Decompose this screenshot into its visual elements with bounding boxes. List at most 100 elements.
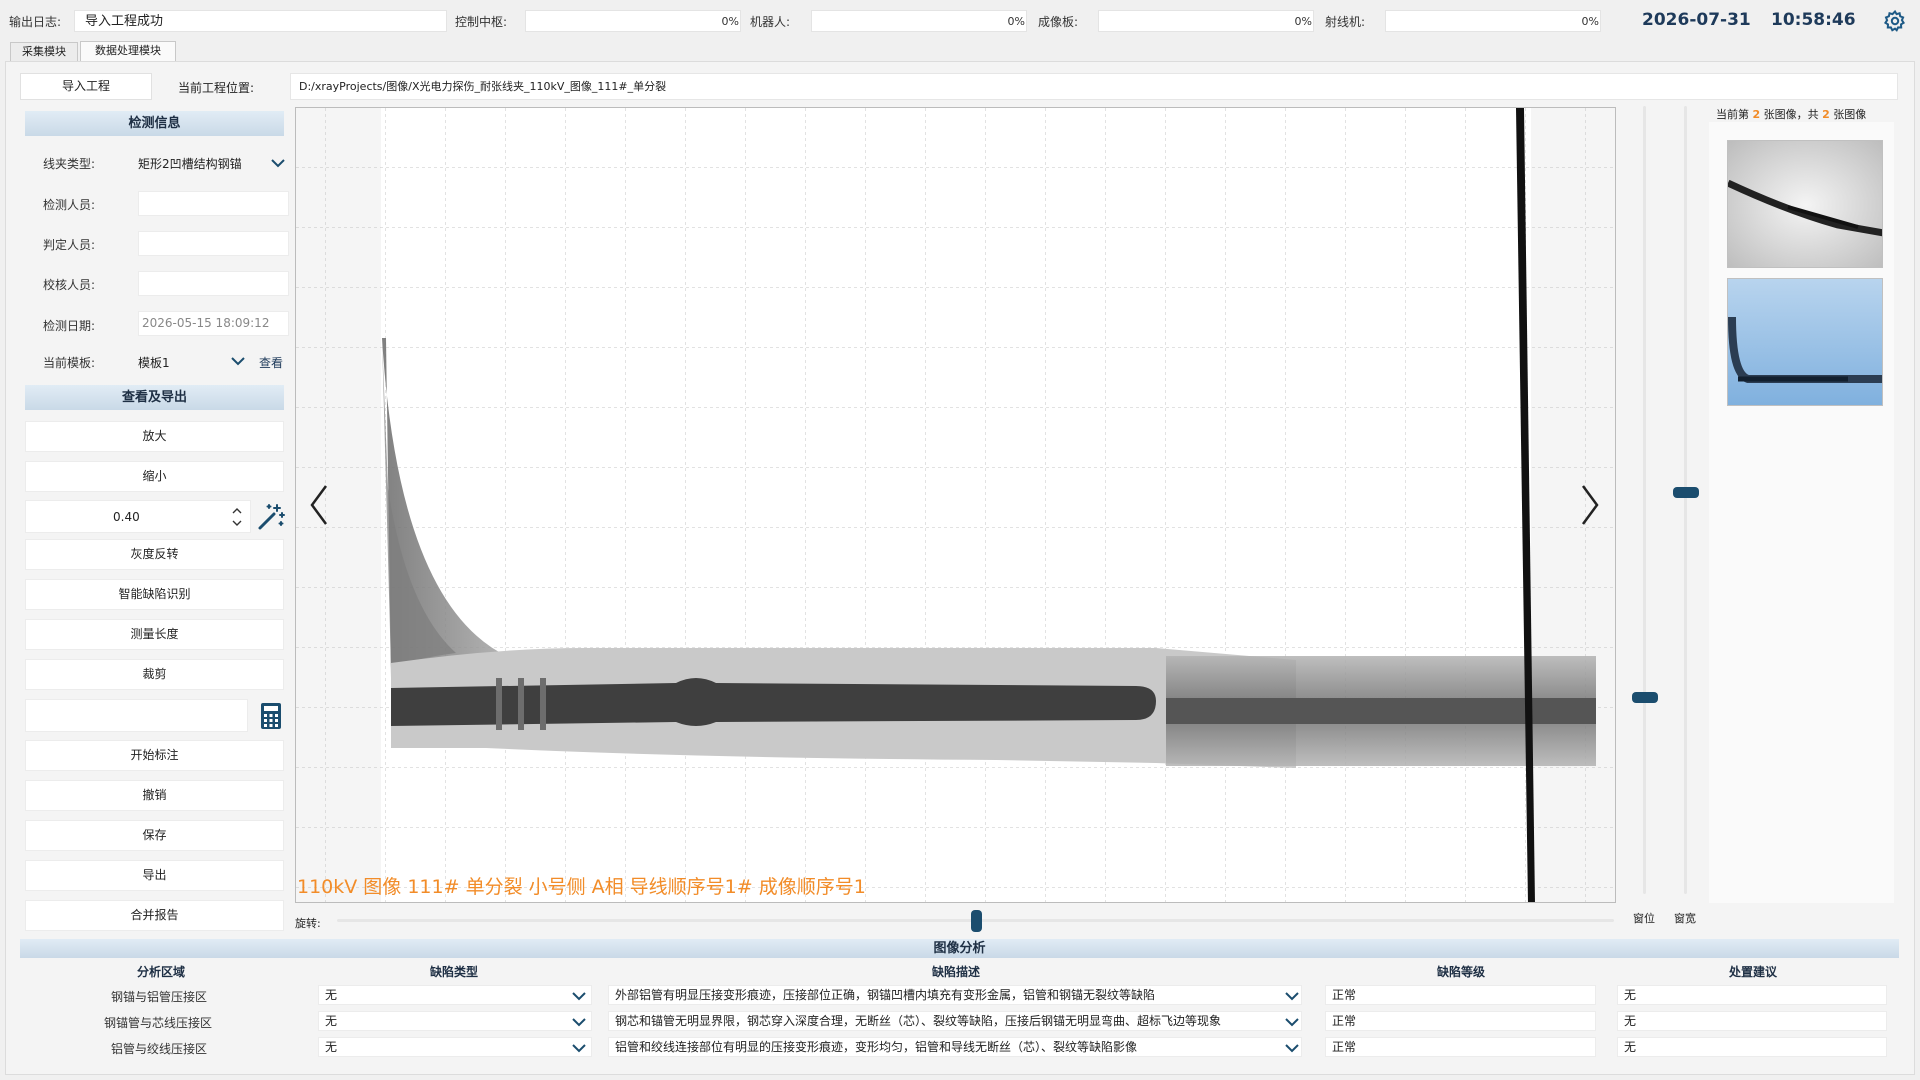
view-export-header: 查看及导出 [25, 385, 284, 410]
defect-type-select[interactable]: 无 [318, 1011, 592, 1031]
template-label: 当前模板: [43, 356, 96, 370]
counter-total: 2 [1822, 108, 1830, 121]
template-select[interactable]: 模板1 [138, 350, 250, 372]
import-project-button[interactable]: 导入工程 [20, 73, 152, 100]
control-pct: 0% [721, 15, 739, 28]
rotate-slider-handle[interactable] [970, 910, 982, 932]
tab-data-processing[interactable]: 数据处理模块 [80, 41, 176, 62]
counter-prefix: 当前第 [1716, 108, 1749, 121]
smart-defect-button[interactable]: 智能缺陷识别 [25, 579, 284, 610]
chevron-down-icon [231, 357, 245, 366]
start-annotation-button[interactable]: 开始标注 [25, 740, 284, 771]
defect-desc-value: 钢芯和锚管无明显界限，钢芯穿入深度合理，无断丝（芯）、裂纹等缺陷，压接后钢锚无明… [615, 1014, 1222, 1028]
thumbnail-2[interactable] [1727, 278, 1883, 406]
counter-current: 2 [1752, 108, 1761, 121]
region-cell: 钢锚管与芯线压接区 [104, 1016, 213, 1030]
defect-desc-select[interactable]: 外部铝管有明显压接变形痕迹，压接部位正确，钢锚凹槽内填充有变形金属，铝管和钢锚无… [608, 985, 1302, 1005]
inspector-input[interactable] [138, 191, 289, 216]
calculator-icon[interactable] [260, 702, 282, 730]
template-value: 模板1 [138, 356, 170, 370]
measure-length-button[interactable]: 测量长度 [25, 619, 284, 650]
window-width-slider[interactable] [1684, 106, 1687, 894]
zoom-out-button[interactable]: 缩小 [25, 461, 284, 492]
counter-mid: 张图像，共 [1763, 108, 1819, 121]
reviewer-label: 校核人员: [43, 278, 96, 292]
save-button[interactable]: 保存 [25, 820, 284, 851]
defect-level-field[interactable]: 正常 [1325, 985, 1596, 1005]
log-label: 输出日志: [9, 15, 62, 29]
judge-input[interactable] [138, 231, 289, 256]
defect-desc-value: 外部铝管有明显压接变形痕迹，压接部位正确，钢锚凹槽内填充有变形金属，铝管和钢锚无… [615, 988, 1156, 1002]
defect-type-value: 无 [325, 1014, 338, 1028]
current-time: 10:58:46 [1771, 10, 1856, 30]
chevron-down-icon [1285, 992, 1299, 1001]
undo-button[interactable]: 撤销 [25, 780, 284, 811]
analysis-header: 图像分析 [20, 939, 1899, 958]
thumbnail-image [1728, 141, 1882, 267]
project-path-field: D:/xrayProjects/图像/X光电力探伤_耐张线夹_110kV_图像_… [290, 73, 1898, 100]
zoom-in-button[interactable]: 放大 [25, 421, 284, 452]
gray-invert-button[interactable]: 灰度反转 [25, 539, 284, 570]
next-image-icon[interactable] [1579, 483, 1601, 527]
chevron-down-icon [572, 1018, 586, 1027]
imager-label: 成像板: [1038, 15, 1079, 29]
advice-field[interactable]: 无 [1617, 1011, 1887, 1031]
xray-pct: 0% [1581, 15, 1599, 28]
xray-image-viewer[interactable] [295, 107, 1616, 903]
chevron-down-icon [271, 159, 285, 168]
advice-field[interactable]: 无 [1617, 1037, 1887, 1057]
window-level-label: 窗位 [1633, 912, 1655, 925]
window-level-handle[interactable] [1632, 692, 1658, 703]
chevron-down-icon [572, 1044, 586, 1053]
thumbnail-image [1728, 279, 1882, 405]
col-defect-desc: 缺陷描述 [932, 965, 981, 979]
gear-icon[interactable] [1883, 9, 1907, 33]
zoom-value: 0.40 [113, 510, 140, 524]
tab-acquisition[interactable]: 采集模块 [10, 42, 78, 62]
log-output: 导入工程成功 [74, 10, 447, 32]
counter-suffix: 张图像 [1833, 108, 1867, 121]
project-location-label: 当前工程位置: [178, 81, 255, 95]
prev-image-icon[interactable] [308, 483, 330, 527]
thumbnail-list [1709, 122, 1894, 903]
defect-desc-select[interactable]: 铝管和绞线连接部位有明显的压接变形痕迹，变形均匀，铝管和导线无断丝（芯）、裂纹等… [608, 1037, 1302, 1057]
imager-pct: 0% [1294, 15, 1312, 28]
defect-desc-value: 铝管和绞线连接部位有明显的压接变形痕迹，变形均匀，铝管和导线无断丝（芯）、裂纹等… [615, 1040, 1138, 1054]
thumbnail-1[interactable] [1727, 140, 1883, 268]
spin-arrows-icon[interactable] [231, 504, 243, 530]
defect-type-value: 无 [325, 988, 338, 1002]
detect-date-label: 检测日期: [43, 319, 96, 333]
defect-type-select[interactable]: 无 [318, 985, 592, 1005]
chevron-down-icon [1285, 1018, 1299, 1027]
inspector-label: 检测人员: [43, 198, 96, 212]
magic-wand-icon[interactable] [256, 502, 286, 532]
col-advice: 处置建议 [1729, 965, 1778, 979]
defect-level-field[interactable]: 正常 [1325, 1011, 1596, 1031]
detect-info-header: 检测信息 [25, 111, 284, 136]
calc-input[interactable] [25, 699, 248, 732]
clamp-type-value: 矩形2凹槽结构钢锚 [138, 157, 242, 171]
zoom-spinbox[interactable]: 0.40 [25, 500, 251, 533]
col-defect-level: 缺陷等级 [1437, 965, 1486, 979]
merge-report-button[interactable]: 合并报告 [25, 900, 284, 931]
defect-desc-select[interactable]: 钢芯和锚管无明显界限，钢芯穿入深度合理，无断丝（芯）、裂纹等缺陷，压接后钢锚无明… [608, 1011, 1302, 1031]
robot-pct: 0% [1007, 15, 1025, 28]
col-defect-type: 缺陷类型 [430, 965, 479, 979]
region-cell: 铝管与绞线压接区 [111, 1042, 208, 1056]
export-button[interactable]: 导出 [25, 860, 284, 891]
detect-date-field[interactable]: 2026-05-15 18:09:12 [138, 311, 289, 336]
view-template-link[interactable]: 查看 [259, 354, 283, 371]
image-counter: 当前第 2 张图像，共 2 张图像 [1716, 106, 1866, 122]
defect-level-field[interactable]: 正常 [1325, 1037, 1596, 1057]
rotate-label: 旋转: [295, 917, 321, 930]
defect-type-select[interactable]: 无 [318, 1037, 592, 1057]
chevron-down-icon [572, 992, 586, 1001]
clamp-type-select[interactable]: 矩形2凹槽结构钢锚 [138, 150, 289, 176]
region-cell: 钢锚与铝管压接区 [111, 990, 208, 1004]
advice-field[interactable]: 无 [1617, 985, 1887, 1005]
window-width-handle[interactable] [1673, 487, 1699, 499]
xray-image [296, 108, 1615, 902]
crop-button[interactable]: 裁剪 [25, 659, 284, 690]
window-level-slider[interactable] [1643, 106, 1646, 894]
reviewer-input[interactable] [138, 271, 289, 296]
